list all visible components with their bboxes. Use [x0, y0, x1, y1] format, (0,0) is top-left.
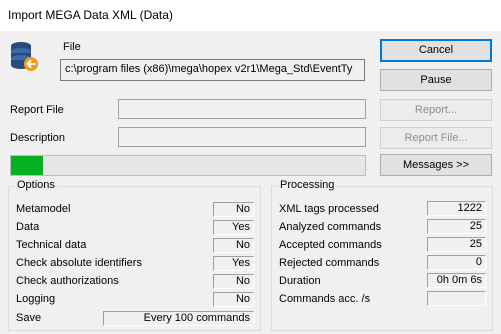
- file-label: File: [63, 41, 81, 53]
- processing-group-title: Processing: [278, 179, 337, 191]
- report-button[interactable]: Report...: [380, 99, 492, 121]
- option-label-data: Data: [16, 221, 40, 233]
- option-value-check-authorizations: No: [213, 274, 254, 289]
- processing-value-duration: 0h 0m 6s: [427, 273, 486, 288]
- processing-label-accepted: Accepted commands: [279, 239, 382, 251]
- window-title: Import MEGA Data XML (Data): [8, 8, 173, 22]
- option-label-save: Save: [16, 312, 42, 324]
- progress-bar-fill: [11, 156, 43, 175]
- processing-label-xml-tags: XML tags processed: [279, 203, 379, 215]
- pause-button[interactable]: Pause: [380, 69, 492, 91]
- option-value-save: Every 100 commands: [103, 311, 254, 326]
- option-label-technical-data: Technical data: [16, 239, 87, 251]
- processing-value-commands-per-second: [427, 291, 486, 306]
- processing-label-rejected: Rejected commands: [279, 257, 380, 269]
- database-import-icon: [10, 40, 40, 74]
- processing-value-rejected: 0: [427, 255, 486, 270]
- option-label-check-absolute-identifiers: Check absolute identifiers: [16, 257, 142, 269]
- processing-value-analyzed: 25: [427, 219, 486, 234]
- option-label-metamodel: Metamodel: [16, 203, 71, 215]
- option-value-metamodel: No: [213, 202, 254, 217]
- processing-value-accepted: 25: [427, 237, 486, 252]
- messages-button[interactable]: Messages >>: [380, 154, 492, 176]
- processing-label-duration: Duration: [279, 275, 321, 287]
- processing-label-analyzed: Analyzed commands: [279, 221, 382, 233]
- option-label-logging: Logging: [16, 293, 56, 305]
- title-bar: Import MEGA Data XML (Data): [0, 0, 501, 31]
- option-label-check-authorizations: Check authorizations: [16, 275, 119, 287]
- options-group-title: Options: [15, 179, 57, 191]
- option-value-logging: No: [213, 292, 254, 307]
- report-file-label: Report File: [10, 104, 64, 116]
- report-file-button[interactable]: Report File...: [380, 127, 492, 149]
- description-label: Description: [10, 132, 66, 144]
- description-field[interactable]: [118, 127, 366, 147]
- progress-bar: [10, 155, 366, 176]
- report-file-field[interactable]: [118, 99, 366, 119]
- file-path-field[interactable]: c:\program files (x86)\mega\hopex v2r1\M…: [60, 59, 365, 81]
- processing-value-xml-tags: 1222: [427, 201, 486, 216]
- processing-label-commands-per-second: Commands acc. /s: [279, 293, 371, 305]
- dialog-body: File c:\program files (x86)\mega\hopex v…: [0, 31, 501, 334]
- option-value-check-absolute-identifiers: Yes: [213, 256, 254, 271]
- cancel-button[interactable]: Cancel: [380, 39, 492, 62]
- option-value-technical-data: No: [213, 238, 254, 253]
- option-value-data: Yes: [213, 220, 254, 235]
